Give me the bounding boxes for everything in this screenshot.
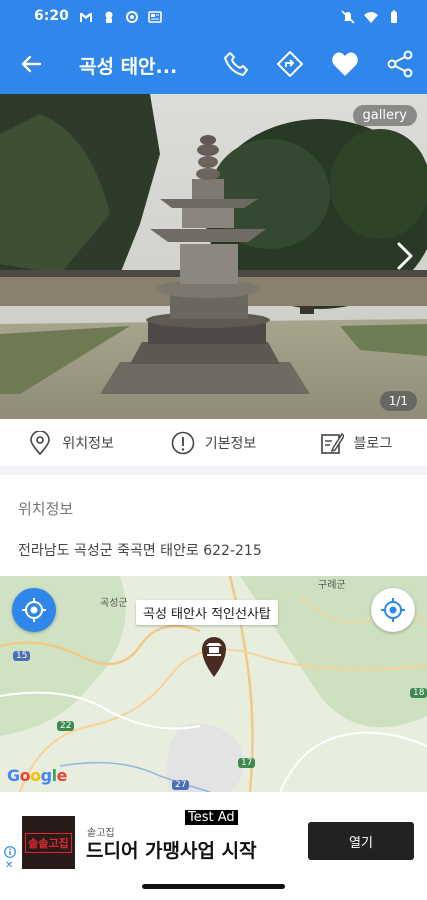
news-icon [148,9,162,23]
share-button[interactable] [383,47,417,81]
app-bar: 곡성 태안... [0,34,427,94]
section-divider [0,467,427,475]
gmail-icon [79,9,93,23]
road-shield: 22 [57,721,75,731]
location-section-title: 위치정보 [18,500,74,518]
info-tabs: 위치정보 기본정보 블로그 [0,419,427,467]
my-location-button[interactable] [12,588,56,632]
ad-logo: 솥솥고집 [22,816,75,869]
image-counter: 1/1 [379,391,417,411]
mute-icon [341,9,355,24]
map-marker[interactable] [199,634,229,678]
address-text: 전라남도 곡성군 죽곡면 태안로 622-215 [18,543,262,559]
map-label-gokseong: 곡성군 [100,598,128,609]
ad-info-button[interactable] [4,843,16,858]
tab-location[interactable]: 위치정보 [0,419,142,466]
status-bar: 6:20 [0,0,427,34]
stupa-photo [0,94,427,419]
test-ad-label: Test Ad [185,810,238,825]
blog-edit-icon [320,432,344,454]
ad-close-button[interactable]: ✕ [5,860,13,871]
chevron-right-icon [397,242,413,270]
map-label-gurye: 구례군 [318,580,346,591]
tab-blog-label: 블로그 [353,435,393,452]
photo-gallery[interactable]: gallery 1/1 [0,94,427,419]
road-shield: 27 [172,780,190,790]
info-icon [171,431,195,454]
gallery-badge[interactable]: gallery [352,105,417,126]
ad-banner[interactable]: Test Ad ✕ 솥솥고집 솥고집 드디어 가맹사업 시작 열기 [0,808,427,876]
heart-icon [332,52,358,76]
temple-pin-icon [202,637,226,677]
location-pin-icon [30,430,51,455]
center-map-button[interactable] [371,588,415,632]
tab-basic-info[interactable]: 기본정보 [142,419,284,466]
road-shield: 15 [13,651,31,661]
phone-icon [224,52,248,76]
tab-location-label: 위치정보 [62,435,114,452]
google-attribution: Google [7,766,67,785]
status-right-icons [341,9,401,24]
status-left-icons [79,9,162,23]
directions-icon [277,51,303,77]
crosshair-icon [381,598,405,622]
status-time: 6:20 [34,8,69,24]
back-button[interactable] [14,48,48,80]
map-marker-label[interactable]: 곡성 태안사 적인선사탑 [136,600,278,625]
wifi-icon [364,9,378,23]
share-icon [387,50,413,78]
info-icon [4,846,16,858]
call-button[interactable] [219,47,253,81]
page-title: 곡성 태안... [79,56,178,78]
location-map[interactable]: 곡성군 구례군 15 22 17 18 27 곡성 태안사 적인선사탑 Goog… [0,576,427,792]
ad-logo-text: 솥솥고집 [25,832,72,853]
notification-icon [102,9,116,23]
road-shield: 17 [238,758,256,768]
ad-headline: 드디어 가맹사업 시작 [86,840,257,862]
next-image-button[interactable] [393,241,417,271]
road-shield: 18 [410,688,427,698]
ad-open-button[interactable]: 열기 [308,822,414,860]
back-arrow-icon [21,55,42,73]
directions-button[interactable] [273,47,307,81]
battery-icon [387,9,401,23]
favorite-button[interactable] [328,47,362,81]
settings-icon [125,9,139,23]
crosshair-icon [22,598,46,622]
tab-basic-info-label: 기본정보 [204,435,257,452]
tab-blog[interactable]: 블로그 [285,419,427,466]
gesture-nav-handle[interactable] [142,884,285,889]
